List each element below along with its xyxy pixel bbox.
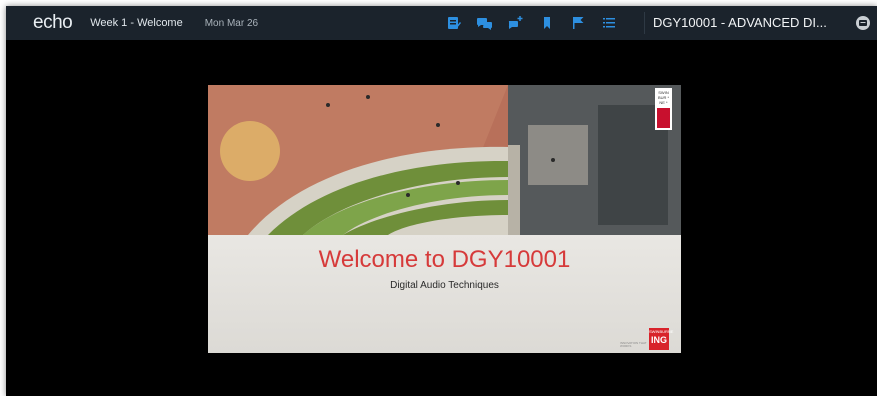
list-icon[interactable] [601,15,617,31]
course-menu-icon[interactable] [855,15,871,31]
toolbar-divider [644,12,645,34]
ask-question-icon[interactable] [508,15,524,31]
bookmark-icon[interactable] [539,15,555,31]
presentation-slide: SWIN BUR * NE * Welcome to DGY10001 Digi… [208,85,681,353]
flag-icon[interactable] [570,15,586,31]
echo-logo[interactable]: echo [33,12,73,34]
slide-subtitle: Digital Audio Techniques [390,280,499,291]
swinburne-logo: SWIN BUR * NE * [655,88,672,130]
toolbar [446,6,632,40]
slide-title-panel: Welcome to DGY10001 Digital Audio Techni… [208,235,681,353]
course-title[interactable]: DGY10001 - ADVANCED DI... [653,6,827,40]
ing-badge: SWINBURNE ING [649,328,673,350]
top-bar: echo Week 1 - Welcome Mon Mar 26 DGY1000… [6,6,877,40]
tagline: INNOVATION THAT WORKS [620,341,647,348]
discussion-icon[interactable] [477,15,493,31]
notes-icon[interactable] [446,15,462,31]
lesson-date: Mon Mar 26 [204,17,259,29]
campus-photo: SWIN BUR * NE * [208,85,681,235]
lesson-title: Week 1 - Welcome [90,17,183,29]
slide-title: Welcome to DGY10001 [318,246,571,273]
player-window: echo Week 1 - Welcome Mon Mar 26 DGY1000… [6,6,877,396]
